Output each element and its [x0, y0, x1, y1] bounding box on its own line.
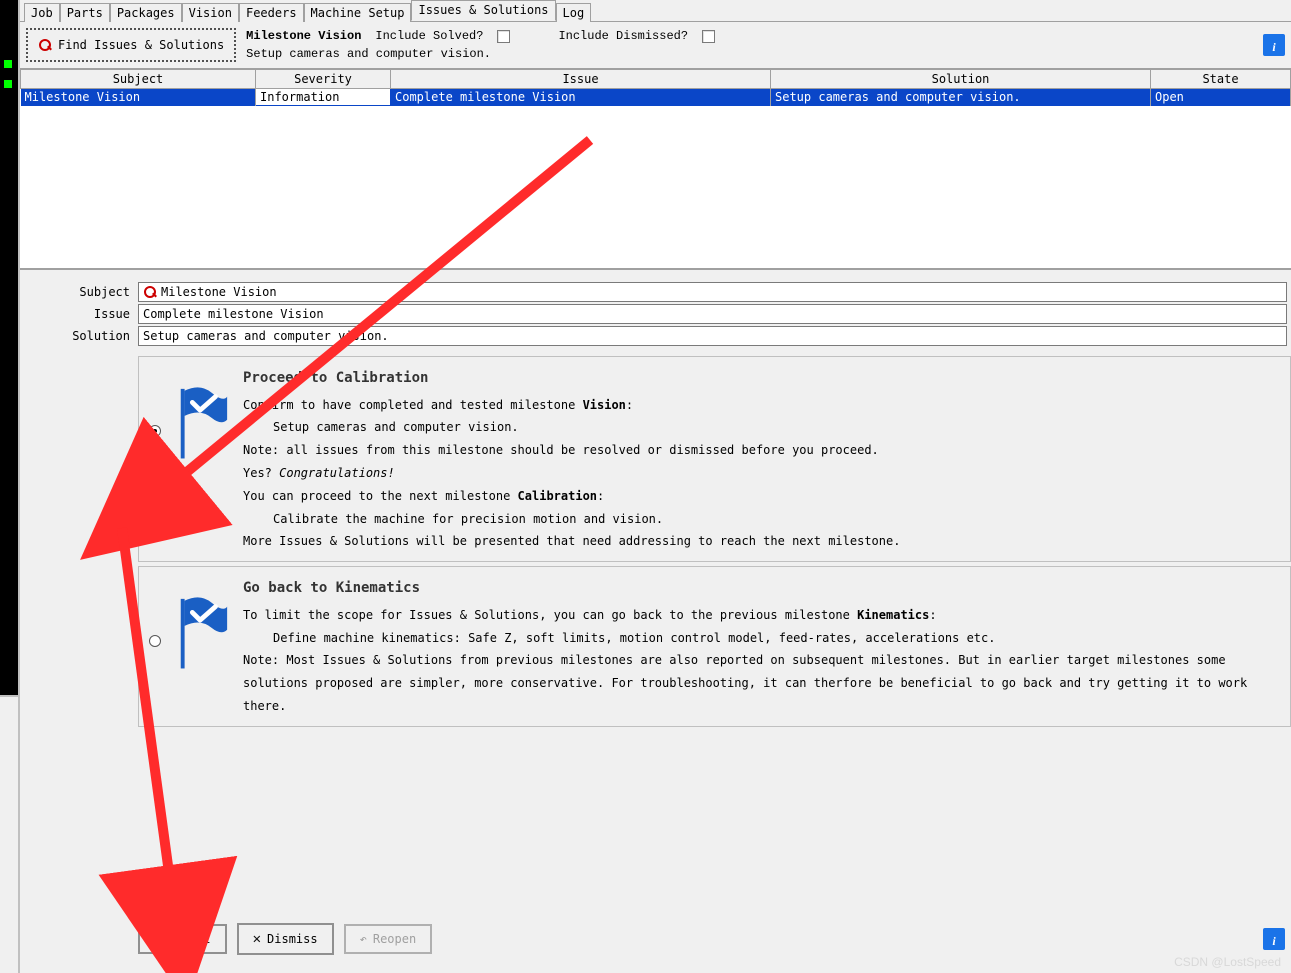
tab-log[interactable]: Log: [556, 3, 592, 22]
include-dismissed-checkbox[interactable]: [702, 30, 715, 43]
include-dismissed-label: Include Dismissed?: [558, 29, 688, 43]
milestone-block: Milestone Vision Include Solved? Include…: [246, 29, 715, 61]
info-icon[interactable]: i: [1263, 928, 1285, 950]
tab-vision[interactable]: Vision: [182, 3, 239, 22]
check-icon: ✔: [154, 932, 161, 946]
tab-issues-solutions[interactable]: Issues & Solutions: [411, 0, 555, 21]
tab-parts[interactable]: Parts: [60, 3, 110, 22]
include-solved-label: Include Solved?: [375, 29, 483, 43]
undo-icon: ↶: [360, 932, 367, 946]
field-subject[interactable]: Milestone Vision: [138, 282, 1287, 302]
col-issue[interactable]: Issue: [391, 70, 771, 89]
radio-proceed[interactable]: [149, 425, 161, 437]
tab-job[interactable]: Job: [24, 3, 60, 22]
include-solved-checkbox[interactable]: [497, 30, 510, 43]
info-icon[interactable]: i: [1263, 34, 1285, 56]
find-issues-button[interactable]: Find Issues & Solutions: [26, 28, 236, 62]
col-solution[interactable]: Solution: [771, 70, 1151, 89]
label-subject: Subject: [20, 285, 138, 299]
radio-go-back[interactable]: [149, 635, 161, 647]
table-row[interactable]: Milestone Vision Information Complete mi…: [21, 89, 1291, 106]
toolbar: Find Issues & Solutions Milestone Vision…: [20, 22, 1291, 68]
label-issue: Issue: [20, 307, 138, 321]
tab-bar: Job Parts Packages Vision Feeders Machin…: [20, 0, 1291, 22]
accept-button[interactable]: ✔ Accept: [138, 924, 227, 954]
find-issues-label: Find Issues & Solutions: [58, 38, 224, 52]
tab-feeders[interactable]: Feeders: [239, 3, 304, 22]
watermark: CSDN @LostSpeed: [1174, 955, 1281, 969]
flag-icon: [173, 595, 231, 672]
option-proceed-content: Proceed to Calibration Confirm to have c…: [243, 365, 1280, 553]
tab-machine-setup[interactable]: Machine Setup: [304, 3, 412, 22]
dismiss-button[interactable]: ✕ Dismiss: [237, 923, 334, 955]
detail-panel: Subject Milestone Vision Issue Complete …: [20, 268, 1291, 848]
col-state[interactable]: State: [1151, 70, 1291, 89]
left-strip-divider: [0, 695, 18, 973]
cell-severity: Information: [256, 89, 391, 106]
cell-solution: Setup cameras and computer vision.: [771, 89, 1151, 106]
cell-issue: Complete milestone Vision: [391, 89, 771, 106]
col-severity[interactable]: Severity: [256, 70, 391, 89]
col-subject[interactable]: Subject: [21, 70, 256, 89]
footer-bar: ✔ Accept ✕ Dismiss ↶ Reopen i: [138, 923, 1291, 955]
reopen-button[interactable]: ↶ Reopen: [344, 924, 433, 954]
label-solution: Solution: [20, 329, 138, 343]
search-icon: [143, 285, 157, 299]
field-solution[interactable]: Setup cameras and computer vision.: [138, 326, 1287, 346]
flag-icon: [173, 385, 231, 462]
field-issue[interactable]: Complete milestone Vision: [138, 304, 1287, 324]
issues-table: Subject Severity Issue Solution State Mi…: [20, 69, 1291, 106]
cell-state: Open: [1151, 89, 1291, 106]
close-icon: ✕: [253, 931, 261, 947]
search-icon: [38, 38, 52, 52]
option-go-back-kinematics[interactable]: Go back to Kinematics To limit the scope…: [138, 566, 1291, 727]
option-go-back-content: Go back to Kinematics To limit the scope…: [243, 575, 1280, 718]
option-proceed-calibration[interactable]: Proceed to Calibration Confirm to have c…: [138, 356, 1291, 562]
issues-table-wrap: Subject Severity Issue Solution State Mi…: [20, 68, 1291, 268]
milestone-desc: Setup cameras and computer vision.: [246, 47, 715, 61]
cell-subject: Milestone Vision: [21, 89, 256, 106]
milestone-label: Milestone Vision: [246, 29, 361, 43]
tab-packages[interactable]: Packages: [110, 3, 182, 22]
